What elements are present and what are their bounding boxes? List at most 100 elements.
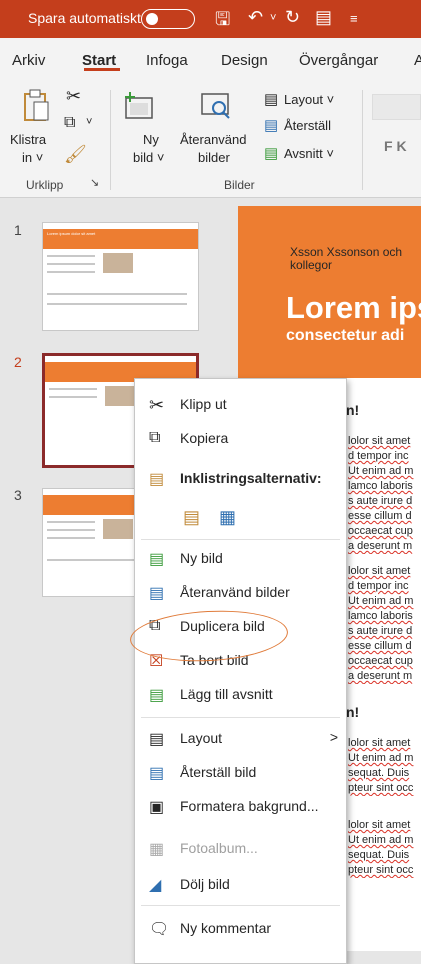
tab-arkiv[interactable]: Arkiv [12,52,45,69]
menu-item-new-comment[interactable]: 🗨 Ny kommentar [135,911,346,945]
customize-toolbar-icon[interactable]: ≡ [350,11,358,26]
new-slide-label[interactable]: Ny [143,132,159,147]
reuse-label-2[interactable]: bilder [198,150,230,165]
body-line: lamco laboris [348,480,413,492]
menu-item-copy[interactable]: ⧉ Kopiera [135,421,346,455]
autosave-toggle[interactable] [141,9,195,29]
menu-label: Formatera bakgrund... [180,798,319,814]
add-section-icon: ▤ [149,687,165,704]
copy-icon: ⧉ [149,429,161,446]
menu-item-format-background[interactable]: ▣ Formatera bakgrund... [135,789,346,823]
title-bar: Spara automatiskt 🖫 ↶ ˅ ↻ ▤ ≡ [0,0,421,38]
thumbnail-text [47,293,187,295]
paste-option-buttons: ▤ ▦ [135,499,346,533]
menu-label: Återanvänd bilder [180,584,290,600]
undo-dropdown-icon[interactable]: ˅ [270,12,276,24]
paste-label[interactable]: Klistra [10,132,46,147]
menu-item-reuse-slides[interactable]: ▤ Återanvänd bilder [135,575,346,609]
body-line: lolor sit amet [348,737,411,749]
layout-icon: ▤ [149,731,165,748]
slide-subtitle[interactable]: consectetur adi [286,327,404,345]
ribbon-tabs: Arkiv Start Infoga Design Övergångar A [0,38,421,82]
hide-slide-icon: ◢ [149,877,162,894]
slide-body-text: lolor sit amet d tempor inc Ut enim ad m… [348,434,418,554]
slide-body-text: lolor sit amet Ut enim ad m sequat. Duis… [348,818,418,878]
slide-number: 2 [14,354,22,370]
body-line: sequat. Duis [348,767,410,779]
slide-thumbnail[interactable]: Lorem ipsum dolor sit amet [42,222,199,331]
font-box[interactable] [372,94,421,120]
new-slide-icon: ▤ [149,551,165,568]
group-label-slides: Bilder [224,178,255,192]
section-button[interactable]: Avsnitt ˅ [284,146,334,161]
cut-icon[interactable]: ✂ [66,86,81,107]
thumbnail-text [47,521,95,523]
reset-icon[interactable]: ▤ [264,116,278,134]
redo-icon[interactable]: ↻ [285,7,300,28]
copy-dropdown-icon[interactable]: ˅ [86,116,92,128]
menu-label: Kopiera [180,430,229,446]
menu-label: Fotoalbum... [180,840,258,856]
slide-heading: n! [346,704,360,720]
thumbnail-text [49,388,97,390]
clipboard-launcher-icon[interactable]: ↘ [90,176,99,189]
menu-item-new-slide[interactable]: ▤ Ny bild [135,541,346,575]
paste-dropdown[interactable]: in ˅ [22,150,43,165]
ribbon-divider [110,90,111,190]
body-line: Ut enim ad m [348,834,414,846]
reuse-slides-icon[interactable] [200,90,234,122]
thumbnail-image [105,386,135,406]
reuse-label[interactable]: Återanvänd [180,132,247,147]
copy-icon[interactable]: ⧉ [64,114,75,132]
save-icon[interactable]: 🖫 [215,7,230,37]
tab-design[interactable]: Design [221,52,268,69]
present-icon[interactable]: ▤ [315,7,332,28]
slide-body-text: lolor sit amet Ut enim ad m sequat. Duis… [348,736,418,796]
layout-icon[interactable]: ▤ [264,90,278,108]
menu-item-layout[interactable]: ▤ Layout > [135,721,346,755]
body-line: Ut enim ad m [348,752,414,764]
menu-item-hide-slide[interactable]: ◢ Dölj bild [135,867,346,901]
reuse-slides-icon: ▤ [149,585,165,602]
reset-button[interactable]: Återställ [284,118,331,133]
menu-label: Klipp ut [180,396,227,412]
menu-label: Inklistringsalternativ: [180,470,322,486]
font-style-buttons[interactable]: F K [384,138,407,154]
thumbnail-text [47,303,187,305]
thumbnail-text [47,537,95,539]
thumbnail-text [49,396,97,398]
body-line: sequat. Duis [348,849,410,861]
menu-item-reset-slide[interactable]: ▤ Återställ bild [135,755,346,789]
body-line: esse cillum d [348,510,412,522]
new-slide-icon[interactable] [124,90,156,120]
body-line: lolor sit amet [348,435,411,447]
thumbnail-image [103,519,133,539]
body-line: lamco laboris [348,610,413,622]
slide-authors[interactable]: Xsson Xssonson och kollegor [290,246,410,272]
paste-as-picture-icon[interactable]: ▦ [219,507,239,527]
menu-label: Återställ bild [180,764,257,780]
toggle-knob [146,13,158,25]
menu-divider [141,717,340,718]
thumbnail-text [47,255,95,257]
layout-button[interactable]: Layout ˅ [284,92,334,107]
new-slide-dropdown[interactable]: bild ˅ [133,150,164,165]
slide-title[interactable]: Lorem ips [286,290,421,326]
section-icon[interactable]: ▤ [264,144,278,162]
body-line: a deserunt m [348,670,413,682]
body-line: lolor sit amet [348,565,411,577]
tab-truncated[interactable]: A [414,52,421,69]
body-line: occaecat cup [348,525,413,537]
undo-icon[interactable]: ↶ [248,7,263,28]
tab-infoga[interactable]: Infoga [146,52,188,69]
menu-item-add-section[interactable]: ▤ Lägg till avsnitt [135,677,346,711]
body-line: Ut enim ad m [348,465,414,477]
tab-start[interactable]: Start [82,52,116,69]
format-painter-icon[interactable]: 🖌 [64,144,87,165]
body-line: d tempor inc [348,450,409,462]
body-line: pteur sint occ [348,864,414,876]
tab-overgangar[interactable]: Övergångar [299,52,378,69]
paste-icon[interactable] [22,88,52,124]
menu-item-cut[interactable]: ✂ Klipp ut [135,387,346,421]
paste-keep-formatting-icon[interactable]: ▤ [183,507,203,527]
